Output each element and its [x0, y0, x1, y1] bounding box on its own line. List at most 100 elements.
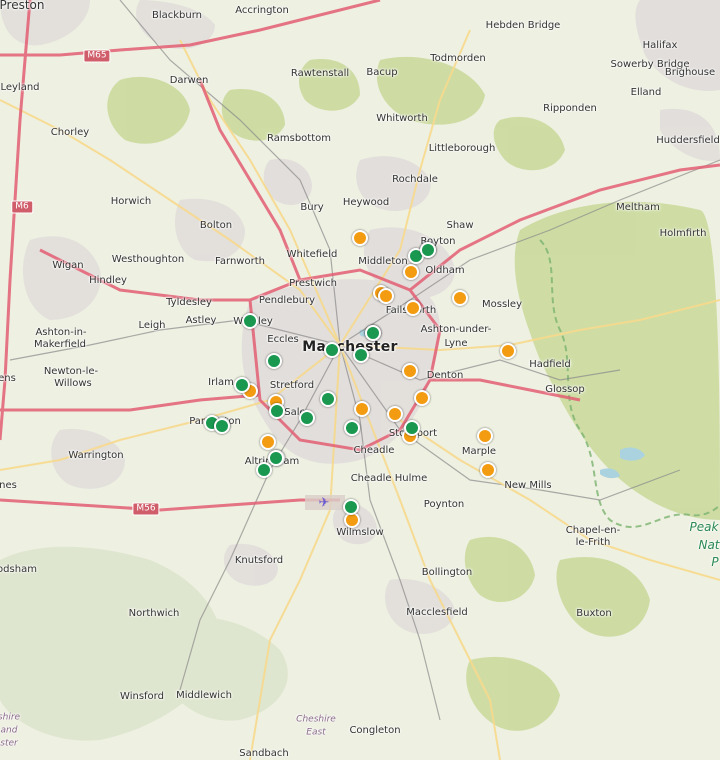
label-irlam: Irlam	[208, 377, 234, 388]
label-heywood: Heywood	[342, 197, 390, 208]
label-ashton-under-lyne-2: Lyne	[444, 338, 468, 349]
label-ashton-in-makerfield-2: Makerfield	[33, 339, 87, 350]
label-bollington: Bollington	[421, 567, 473, 578]
label-winsford: Winsford	[120, 691, 164, 702]
label-sandbach: Sandbach	[239, 748, 289, 759]
marker-green[interactable]	[299, 410, 315, 426]
label-marple: Marple	[461, 446, 497, 457]
airport-icon: ✈	[318, 495, 330, 511]
label-peak-2: Nat	[698, 538, 720, 552]
label-newton-1: Newton-le-	[43, 366, 99, 377]
label-cheadle-hulme: Cheadle Hulme	[350, 473, 428, 484]
label-denton: Denton	[426, 370, 464, 381]
label-ramsbottom: Ramsbottom	[267, 133, 331, 144]
label-rochdale: Rochdale	[392, 174, 438, 185]
marker-orange[interactable]	[414, 390, 430, 406]
label-bacup: Bacup	[366, 67, 398, 78]
label-bury: Bury	[300, 202, 324, 213]
label-eccles: Eccles	[267, 334, 299, 345]
label-wigan: Wigan	[52, 260, 84, 271]
label-odsham: odsham	[0, 564, 37, 575]
label-pendlebury: Pendlebury	[258, 295, 316, 306]
label-accrington: Accrington	[235, 5, 289, 16]
marker-green[interactable]	[343, 499, 359, 515]
marker-green[interactable]	[268, 450, 284, 466]
label-hindley: Hindley	[89, 275, 127, 286]
marker-green[interactable]	[234, 377, 250, 393]
label-chapel-1: Chapel-en-	[565, 525, 621, 536]
label-middleton: Middleton	[358, 256, 408, 267]
label-blackburn: Blackburn	[151, 10, 203, 21]
label-warrington: Warrington	[68, 450, 124, 461]
label-rawtenstall: Rawtenstall	[290, 68, 350, 79]
marker-green[interactable]	[214, 418, 230, 434]
label-poynton: Poynton	[423, 499, 465, 510]
marker-orange[interactable]	[260, 434, 276, 450]
label-tyldesley: Tyldesley	[166, 297, 212, 308]
marker-green[interactable]	[353, 347, 369, 363]
marker-orange[interactable]	[452, 290, 468, 306]
marker-green[interactable]	[420, 242, 436, 258]
label-whitefield: Whitefield	[286, 249, 338, 260]
label-brighouse: Brighouse	[664, 67, 716, 78]
label-littleborough: Littleborough	[428, 143, 496, 154]
label-glossop: Glossop	[545, 384, 585, 395]
marker-green[interactable]	[404, 420, 420, 436]
label-new-mills: New Mills	[504, 480, 552, 491]
label-buxton: Buxton	[576, 608, 612, 619]
label-meltham: Meltham	[616, 202, 660, 213]
label-ens: ens	[0, 373, 16, 384]
label-congleton: Congleton	[349, 725, 401, 736]
label-chapel-2: le-Frith	[575, 537, 611, 548]
label-newton-2: Willows	[54, 378, 92, 389]
marker-orange[interactable]	[477, 428, 493, 444]
label-stretford: Stretford	[269, 380, 315, 391]
label-macclesfield: Macclesfield	[406, 607, 468, 618]
label-westhoughton: Westhoughton	[111, 254, 185, 265]
label-prestwich: Prestwich	[289, 278, 337, 289]
label-wilmslow: Wilmslow	[336, 527, 384, 538]
marker-green[interactable]	[344, 420, 360, 436]
marker-orange[interactable]	[378, 288, 394, 304]
marker-orange[interactable]	[405, 300, 421, 316]
label-road-m6: M6	[11, 200, 33, 214]
label-todmorden: Todmorden	[430, 53, 486, 64]
marker-orange[interactable]	[480, 462, 496, 478]
marker-orange[interactable]	[354, 401, 370, 417]
label-ashton-in-makerfield-1: Ashton-in-	[35, 327, 87, 338]
label-astley: Astley	[185, 315, 217, 326]
label-cheshire-west-3: ster	[0, 738, 18, 749]
basemap	[0, 0, 720, 760]
label-farnworth: Farnworth	[215, 256, 265, 267]
marker-green[interactable]	[324, 342, 340, 358]
marker-green[interactable]	[256, 462, 272, 478]
marker-green[interactable]	[320, 391, 336, 407]
label-hadfield: Hadfield	[529, 359, 571, 370]
label-cheadle: Cheadle	[353, 445, 395, 456]
marker-green[interactable]	[365, 325, 381, 341]
label-holmfirth: Holmfirth	[659, 228, 707, 239]
label-northwich: Northwich	[128, 608, 180, 619]
label-cheshire-east-2: East	[306, 727, 326, 738]
label-chorley: Chorley	[50, 127, 90, 138]
marker-orange[interactable]	[387, 406, 403, 422]
label-shaw: Shaw	[446, 220, 474, 231]
marker-green[interactable]	[266, 353, 282, 369]
marker-green[interactable]	[242, 313, 258, 329]
label-whitworth: Whitworth	[376, 113, 428, 124]
marker-orange[interactable]	[402, 363, 418, 379]
label-road-m56: M56	[132, 502, 160, 516]
label-huddersfield: Huddersfield	[656, 135, 720, 146]
label-leigh: Leigh	[138, 320, 166, 331]
marker-orange[interactable]	[403, 264, 419, 280]
marker-orange[interactable]	[500, 343, 516, 359]
marker-orange[interactable]	[352, 230, 368, 246]
marker-green[interactable]	[269, 403, 285, 419]
map-canvas[interactable]: Preston Blackburn Accrington Hebden Brid…	[0, 0, 720, 760]
label-cheshire-east-1: Cheshire	[296, 714, 336, 725]
label-ripponden: Ripponden	[543, 103, 597, 114]
label-peak-3: P	[711, 555, 719, 569]
label-halifax: Halifax	[642, 40, 678, 51]
label-oldham: Oldham	[425, 265, 465, 276]
label-leyland: Leyland	[0, 82, 40, 93]
